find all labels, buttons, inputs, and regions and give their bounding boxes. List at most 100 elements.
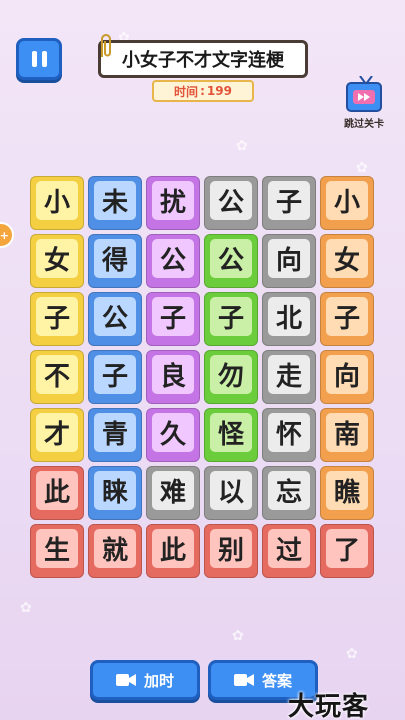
timer-value: 199 (206, 84, 232, 98)
character-tile[interactable]: 未 (88, 176, 142, 230)
tile-character: 别 (210, 529, 252, 568)
tile-character: 就 (94, 529, 136, 568)
side-badge-label: 3+ (0, 228, 9, 242)
video-camera-icon (115, 674, 136, 686)
level-title-banner: 小女子不才文字连梗 (98, 34, 308, 78)
character-tile[interactable]: 睐 (88, 466, 142, 520)
skip-level-button[interactable]: 跳过关卡 (338, 76, 390, 134)
tile-character: 子 (210, 297, 252, 336)
character-tile[interactable]: 小 (320, 176, 374, 230)
pause-icon (31, 51, 37, 67)
tile-character: 小 (36, 181, 78, 220)
character-tile[interactable]: 怀 (262, 408, 316, 462)
tile-character: 北 (268, 297, 310, 336)
character-tile[interactable]: 难 (146, 466, 200, 520)
character-tile[interactable]: 公 (204, 234, 258, 288)
tile-character: 瞧 (326, 471, 368, 510)
timer-separator: : (200, 84, 205, 98)
character-tile[interactable]: 良 (146, 350, 200, 404)
tile-character: 公 (210, 181, 252, 220)
tile-character: 生 (36, 529, 78, 568)
tile-character: 得 (94, 239, 136, 278)
tile-character: 子 (152, 297, 194, 336)
pause-button[interactable] (16, 38, 62, 80)
tile-character: 了 (326, 529, 368, 568)
timer-badge: 时间 : 199 (152, 80, 254, 102)
tile-character: 子 (326, 297, 368, 336)
character-tile[interactable]: 北 (262, 292, 316, 346)
tile-character: 过 (268, 529, 310, 568)
character-tile[interactable]: 公 (204, 176, 258, 230)
character-tile[interactable]: 了 (320, 524, 374, 578)
character-tile[interactable]: 不 (30, 350, 84, 404)
tile-character: 此 (36, 471, 78, 510)
tile-character: 久 (152, 413, 194, 452)
character-tile[interactable]: 子 (262, 176, 316, 230)
character-tile[interactable]: 南 (320, 408, 374, 462)
character-tile[interactable]: 走 (262, 350, 316, 404)
character-tile[interactable]: 向 (262, 234, 316, 288)
video-camera-icon (233, 674, 254, 686)
tile-character: 良 (152, 355, 194, 394)
character-tile[interactable]: 得 (88, 234, 142, 288)
character-tile[interactable]: 久 (146, 408, 200, 462)
flower-decoration: ✿ (232, 628, 244, 644)
character-tile[interactable]: 子 (30, 292, 84, 346)
tile-character: 公 (94, 297, 136, 336)
character-tile[interactable]: 子 (88, 350, 142, 404)
tile-character: 南 (326, 413, 368, 452)
tile-character: 小 (326, 181, 368, 220)
character-tile[interactable]: 过 (262, 524, 316, 578)
flower-decoration: ✿ (346, 646, 358, 662)
character-tile[interactable]: 公 (146, 234, 200, 288)
character-tile[interactable]: 就 (88, 524, 142, 578)
tile-character: 青 (94, 413, 136, 452)
character-tile[interactable]: 勿 (204, 350, 258, 404)
character-tile[interactable]: 别 (204, 524, 258, 578)
tile-character: 怀 (268, 413, 310, 452)
character-tile[interactable]: 才 (30, 408, 84, 462)
tile-character: 未 (94, 181, 136, 220)
character-tile[interactable]: 小 (30, 176, 84, 230)
tile-character: 勿 (210, 355, 252, 394)
tile-character: 向 (326, 355, 368, 394)
character-tile[interactable]: 公 (88, 292, 142, 346)
character-tile[interactable]: 以 (204, 466, 258, 520)
character-tile[interactable]: 女 (320, 234, 374, 288)
watermark-logo: 大玩客 (288, 692, 370, 720)
character-tile[interactable]: 子 (146, 292, 200, 346)
character-tile[interactable]: 此 (30, 466, 84, 520)
tile-character: 女 (36, 239, 78, 278)
flower-decoration: ✿ (356, 160, 368, 176)
tile-character: 子 (36, 297, 78, 336)
paperclip-icon (101, 34, 111, 57)
tile-character: 公 (152, 239, 194, 278)
timer-label: 时间 (174, 84, 199, 99)
tile-character: 睐 (94, 471, 136, 510)
character-tile[interactable]: 子 (204, 292, 258, 346)
character-tile[interactable]: 怪 (204, 408, 258, 462)
tile-character: 不 (36, 355, 78, 394)
add-time-button[interactable]: 加时 (90, 660, 200, 700)
add-time-label: 加时 (143, 671, 174, 690)
character-tile[interactable]: 向 (320, 350, 374, 404)
tile-character: 子 (94, 355, 136, 394)
antenna-icon (359, 76, 373, 84)
tile-character: 走 (268, 355, 310, 394)
character-tile[interactable]: 忘 (262, 466, 316, 520)
tile-character: 以 (210, 471, 252, 510)
side-badge[interactable]: 3+ (0, 222, 14, 248)
character-tile[interactable]: 瞧 (320, 466, 374, 520)
tile-character: 公 (210, 239, 252, 278)
character-tile[interactable]: 青 (88, 408, 142, 462)
character-tile[interactable]: 此 (146, 524, 200, 578)
skip-level-label: 跳过关卡 (344, 119, 384, 130)
character-tile[interactable]: 扰 (146, 176, 200, 230)
tile-character: 子 (268, 181, 310, 220)
character-tile[interactable]: 生 (30, 524, 84, 578)
pause-icon (41, 51, 47, 67)
flower-decoration: ✿ (20, 600, 32, 616)
character-tile[interactable]: 子 (320, 292, 374, 346)
level-title: 小女子不才文字连梗 (122, 50, 284, 71)
character-tile[interactable]: 女 (30, 234, 84, 288)
